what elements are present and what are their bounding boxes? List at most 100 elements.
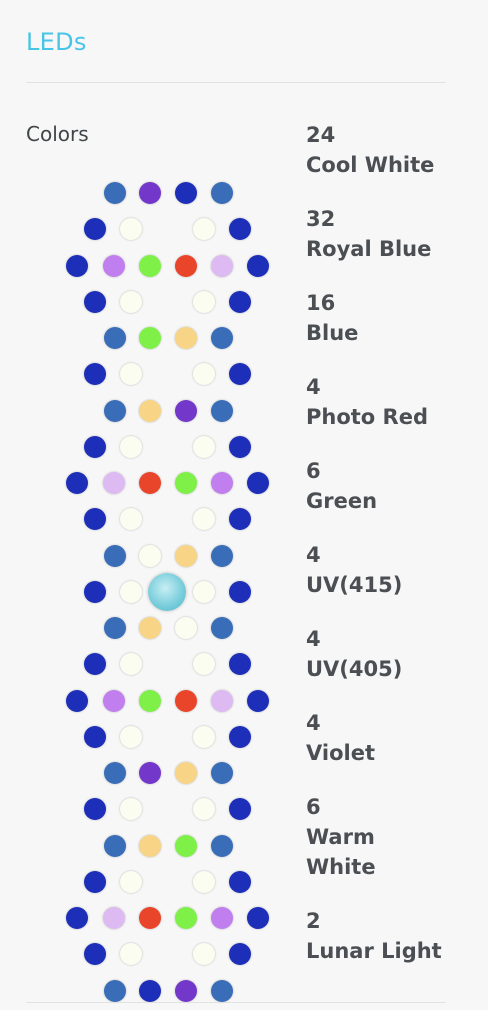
led-royal-blue — [247, 907, 269, 929]
colors-label: Colors — [26, 122, 89, 146]
legend-count: 6 — [306, 795, 321, 819]
legend-item: 4 UV(415) — [306, 540, 402, 600]
led-blue — [211, 979, 233, 1002]
legend-color-name: Green — [306, 489, 378, 513]
led-green — [139, 689, 161, 712]
led-green — [175, 834, 197, 857]
legend-count: 4 — [306, 627, 321, 651]
legend-item: 2 Lunar Light — [306, 906, 442, 966]
led-royal-blue — [66, 689, 88, 712]
legend-item: 32 Royal Blue — [306, 204, 431, 264]
led-royal-blue — [229, 508, 251, 531]
legend-color-name: UV(415) — [306, 573, 403, 597]
led-uv415 — [211, 472, 233, 494]
led-uv415 — [211, 907, 233, 929]
led-cool-white — [193, 290, 215, 313]
legend-count: 6 — [306, 459, 321, 483]
led-royal-blue — [229, 943, 251, 966]
led-blue — [211, 544, 233, 567]
led-violet — [175, 979, 197, 1002]
led-royal-blue — [84, 363, 106, 386]
bottom-divider — [26, 1002, 446, 1003]
led-royal-blue — [66, 907, 88, 929]
led-blue — [104, 617, 126, 639]
led-royal-blue — [84, 725, 106, 748]
led-warm-white — [175, 327, 197, 349]
led-royal-blue — [66, 472, 88, 494]
legend-item: 6 Green — [306, 456, 377, 516]
led-blue — [104, 327, 126, 349]
led-blue — [104, 762, 126, 784]
led-royal-blue — [84, 870, 106, 893]
legend-item: 4 Photo Red — [306, 372, 428, 432]
led-blue — [211, 834, 233, 857]
led-photo-red — [139, 907, 161, 929]
led-green — [175, 907, 197, 929]
legend-count: 4 — [306, 711, 321, 735]
led-cool-white — [120, 653, 142, 676]
led-uv415 — [103, 254, 125, 277]
led-cool-white — [139, 544, 161, 567]
led-blue — [104, 544, 126, 567]
led-green — [175, 472, 197, 494]
led-photo-red — [175, 254, 197, 277]
led-royal-blue — [229, 435, 251, 458]
led-cool-white — [120, 290, 142, 313]
legend-color-name: Violet — [306, 741, 375, 765]
legend-item: 24 Cool White — [306, 120, 434, 180]
led-cool-white — [193, 218, 215, 241]
led-green — [139, 327, 161, 349]
led-violet — [139, 182, 161, 204]
legend-item: 6 Warm White — [306, 792, 376, 882]
led-cool-white — [120, 943, 142, 966]
led-warm-white — [139, 834, 161, 857]
legend-item: 16 Blue — [306, 288, 358, 348]
led-lunar — [148, 572, 186, 611]
legend-count: 2 — [306, 909, 321, 933]
led-royal-blue — [84, 435, 106, 458]
led-photo-red — [139, 472, 161, 494]
led-blue — [211, 617, 233, 639]
led-cool-white — [120, 870, 142, 893]
led-blue — [211, 327, 233, 349]
led-green — [139, 254, 161, 277]
led-royal-blue — [84, 653, 106, 676]
led-royal-blue — [229, 725, 251, 748]
legend-color-name: UV(405) — [306, 657, 403, 681]
led-cool-white — [120, 508, 142, 531]
led-uv415 — [103, 689, 125, 712]
led-uv405 — [211, 254, 233, 277]
legend-count: 24 — [306, 123, 336, 147]
led-cool-white — [193, 435, 215, 458]
led-royal-blue — [84, 798, 106, 821]
led-warm-white — [139, 399, 161, 422]
legend-item: 4 Violet — [306, 708, 375, 768]
legend-count: 4 — [306, 543, 321, 567]
led-royal-blue — [84, 218, 106, 241]
led-cool-white — [193, 870, 215, 893]
led-cool-white — [193, 580, 215, 603]
led-cool-white — [193, 363, 215, 386]
led-uv405 — [103, 472, 125, 494]
legend-color-name: Blue — [306, 321, 359, 345]
led-blue — [211, 399, 233, 422]
led-blue — [211, 762, 233, 784]
legend-color-name: Cool White — [306, 153, 435, 177]
led-royal-blue — [247, 689, 269, 712]
led-cool-white — [120, 798, 142, 821]
led-violet — [175, 399, 197, 422]
section-title: LEDs — [26, 28, 87, 56]
led-cool-white — [120, 580, 142, 603]
led-royal-blue — [247, 254, 269, 277]
legend-count: 32 — [306, 207, 336, 231]
led-cool-white — [120, 435, 142, 458]
legend-color-name: Lunar Light — [306, 939, 442, 963]
legend-count: 16 — [306, 291, 336, 315]
led-royal-blue — [139, 979, 161, 1002]
led-royal-blue — [84, 508, 106, 531]
led-uv405 — [211, 689, 233, 712]
led-cool-white — [120, 725, 142, 748]
led-royal-blue — [229, 363, 251, 386]
led-blue — [104, 834, 126, 857]
legend-count: 4 — [306, 375, 321, 399]
